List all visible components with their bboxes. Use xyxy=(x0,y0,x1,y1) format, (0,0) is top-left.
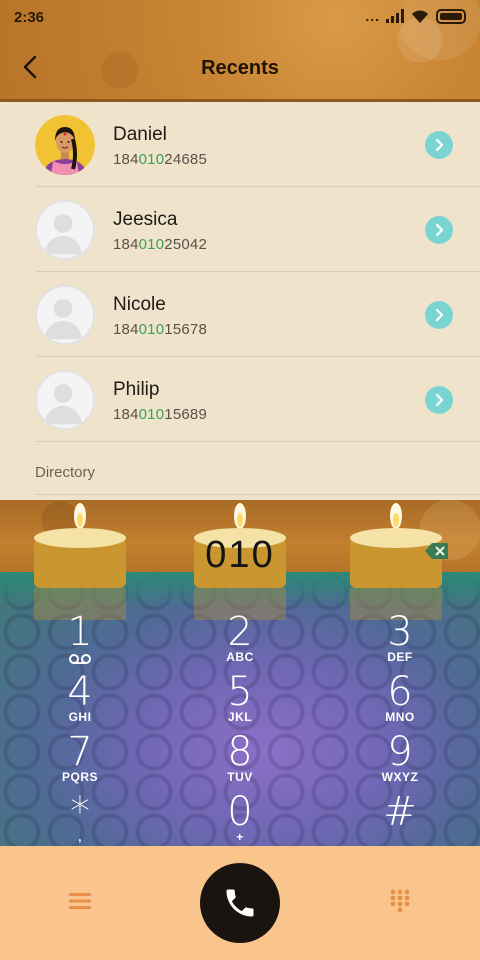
battery-icon xyxy=(436,8,466,24)
contact-number: 18401015678 xyxy=(113,321,207,338)
contact-name: Jeesica xyxy=(113,209,178,230)
contact-name: Philip xyxy=(113,379,160,400)
chevron-right-icon xyxy=(435,309,444,321)
menu-button[interactable] xyxy=(66,887,94,915)
key-3[interactable]: 3 DEF xyxy=(340,612,460,672)
keypad-icon xyxy=(390,889,410,913)
header: Recents xyxy=(0,40,480,96)
more-dots-icon: ... xyxy=(365,8,380,24)
key-4[interactable]: 4 GHI xyxy=(20,672,140,732)
key-9[interactable]: 9 WXYZ xyxy=(340,732,460,792)
status-bar: 2:36 ... xyxy=(0,0,480,34)
avatar-placeholder xyxy=(35,200,95,260)
contact-number: 18401015689 xyxy=(113,406,207,423)
contact-row-philip[interactable]: Philip 18401015689 xyxy=(0,357,480,442)
phone-icon xyxy=(226,889,254,917)
number-match: 010 xyxy=(138,236,165,253)
contact-name: Nicole xyxy=(113,294,166,315)
divider xyxy=(36,441,480,442)
dialpad: 010 1 2 ABC 3 DEF 4 GHI 5 JKL 6 MNO 7 PQ… xyxy=(0,500,480,846)
key-0[interactable]: 0 + xyxy=(180,792,300,846)
key-2[interactable]: 2 ABC xyxy=(180,612,300,672)
key-8[interactable]: 8 TUV xyxy=(180,732,300,792)
recents-list: Daniel 18401024685 Jeesica 18401025042 N… xyxy=(0,102,480,500)
contact-detail-button[interactable] xyxy=(425,386,453,414)
key-hash[interactable]: # xyxy=(340,792,460,846)
status-time: 2:36 xyxy=(14,9,45,26)
status-icons: ... xyxy=(365,8,466,24)
bottom-bar xyxy=(0,846,480,960)
avatar-placeholder xyxy=(35,370,95,430)
number-match: 010 xyxy=(138,151,165,168)
keypad-toggle-button[interactable] xyxy=(386,887,414,915)
number-match: 010 xyxy=(138,406,165,423)
dialed-number: 010 xyxy=(205,534,275,576)
contact-row-nicole[interactable]: Nicole 18401015678 xyxy=(0,272,480,357)
contact-row-daniel[interactable]: Daniel 18401024685 xyxy=(0,102,480,187)
divider xyxy=(35,494,480,495)
contact-number: 18401025042 xyxy=(113,236,207,253)
call-button[interactable] xyxy=(200,863,280,943)
signal-icon xyxy=(386,9,404,23)
key-7[interactable]: 7 PQRS xyxy=(20,732,140,792)
chevron-right-icon xyxy=(435,139,444,151)
page-title: Recents xyxy=(201,57,279,79)
chevron-right-icon xyxy=(435,394,444,406)
contact-detail-button[interactable] xyxy=(425,131,453,159)
wifi-icon xyxy=(412,10,428,23)
contact-detail-button[interactable] xyxy=(425,301,453,329)
key-5[interactable]: 5 JKL xyxy=(180,672,300,732)
number-match: 010 xyxy=(138,321,165,338)
menu-icon xyxy=(69,893,91,909)
contact-row-jeesica[interactable]: Jeesica 18401025042 xyxy=(0,187,480,272)
contact-name: Daniel xyxy=(113,124,167,145)
chevron-right-icon xyxy=(435,224,444,236)
avatar-placeholder xyxy=(35,285,95,345)
avatar-illustrated xyxy=(35,115,95,175)
section-directory: Directory xyxy=(35,464,96,481)
backspace-icon[interactable] xyxy=(424,541,450,561)
contact-detail-button[interactable] xyxy=(425,216,453,244)
voicemail-icon xyxy=(69,654,91,664)
contact-number: 18401024685 xyxy=(113,151,207,168)
key-6[interactable]: 6 MNO xyxy=(340,672,460,732)
key-1[interactable]: 1 xyxy=(20,612,140,672)
key-star[interactable]: * , xyxy=(20,792,140,846)
